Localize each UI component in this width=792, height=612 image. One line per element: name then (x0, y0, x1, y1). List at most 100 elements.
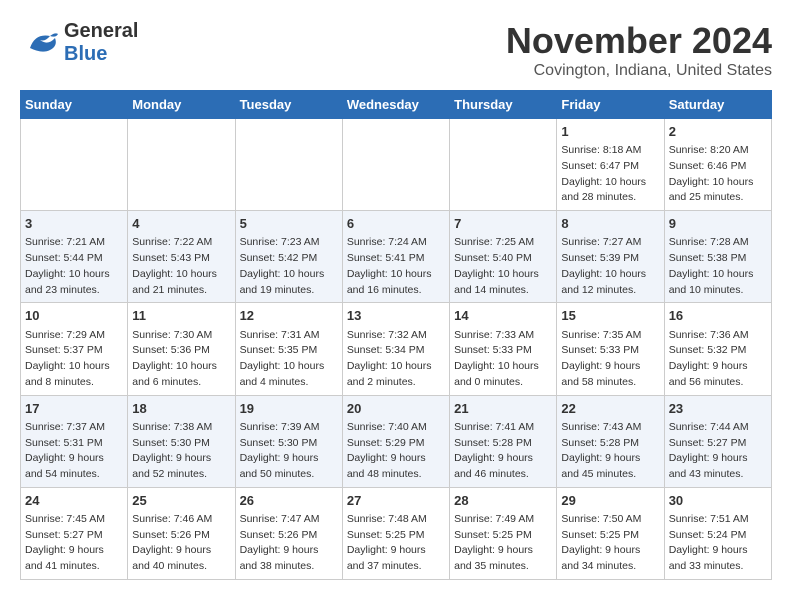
day-info: Sunrise: 7:48 AMSunset: 5:25 PMDaylight:… (347, 512, 445, 575)
calendar-cell: 18 Sunrise: 7:38 AMSunset: 5:30 PMDayligh… (128, 395, 235, 487)
calendar-cell (450, 119, 557, 211)
day-number: 11 (132, 307, 230, 325)
day-number: 10 (25, 307, 123, 325)
calendar-cell: 22 Sunrise: 7:43 AMSunset: 5:28 PMDayligh… (557, 395, 664, 487)
day-number: 29 (561, 492, 659, 510)
page-header: General Blue November 2024 Covington, In… (20, 20, 772, 80)
calendar-cell: 17Sunrise: 7:37 AMSunset: 5:31 PMDayligh… (21, 395, 128, 487)
day-number: 12 (240, 307, 338, 325)
calendar-cell: 29 Sunrise: 7:50 AMSunset: 5:25 PMDayligh… (557, 487, 664, 579)
day-number: 1 (561, 123, 659, 141)
day-info: Sunrise: 7:35 AMSunset: 5:33 PMDaylight:… (561, 328, 659, 391)
day-number: 8 (561, 215, 659, 233)
day-info: Sunrise: 7:32 AMSunset: 5:34 PMDaylight:… (347, 328, 445, 391)
calendar-cell: 11 Sunrise: 7:30 AMSunset: 5:36 PMDayligh… (128, 303, 235, 395)
calendar-table: SundayMondayTuesdayWednesdayThursdayFrid… (20, 90, 772, 580)
calendar-cell: 14 Sunrise: 7:33 AMSunset: 5:33 PMDayligh… (450, 303, 557, 395)
day-number: 6 (347, 215, 445, 233)
calendar-cell (342, 119, 449, 211)
calendar-cell: 7 Sunrise: 7:25 AMSunset: 5:40 PMDaylight… (450, 211, 557, 303)
weekday-thursday: Thursday (450, 91, 557, 119)
day-number: 21 (454, 400, 552, 418)
calendar-cell: 26 Sunrise: 7:47 AMSunset: 5:26 PMDayligh… (235, 487, 342, 579)
calendar-cell: 9Sunrise: 7:28 AMSunset: 5:38 PMDaylight… (664, 211, 771, 303)
weekday-tuesday: Tuesday (235, 91, 342, 119)
bird-icon (20, 28, 60, 58)
day-number: 17 (25, 400, 123, 418)
calendar-cell: 16 Sunrise: 7:36 AMSunset: 5:32 PMDayligh… (664, 303, 771, 395)
weekday-header-row: SundayMondayTuesdayWednesdayThursdayFrid… (21, 91, 772, 119)
day-info: Sunrise: 7:46 AMSunset: 5:26 PMDaylight:… (132, 512, 230, 575)
day-number: 3 (25, 215, 123, 233)
calendar-cell: 27Sunrise: 7:48 AMSunset: 5:25 PMDayligh… (342, 487, 449, 579)
logo-general: General (64, 20, 138, 42)
day-info: Sunrise: 7:49 AMSunset: 5:25 PMDaylight:… (454, 512, 552, 575)
day-info: Sunrise: 7:23 AMSunset: 5:42 PMDaylight:… (240, 235, 338, 298)
week-row-1: 1 Sunrise: 8:18 AMSunset: 6:47 PMDaylight… (21, 119, 772, 211)
title-area: November 2024 Covington, Indiana, United… (506, 20, 772, 80)
day-number: 26 (240, 492, 338, 510)
logo: General Blue (20, 20, 138, 66)
day-number: 25 (132, 492, 230, 510)
week-row-2: 3 Sunrise: 7:21 AMSunset: 5:44 PMDaylight… (21, 211, 772, 303)
day-number: 22 (561, 400, 659, 418)
day-number: 2 (669, 123, 767, 141)
calendar-cell: 2Sunrise: 8:20 AMSunset: 6:46 PMDaylight… (664, 119, 771, 211)
day-info: Sunrise: 8:18 AMSunset: 6:47 PMDaylight:… (561, 143, 659, 206)
day-number: 13 (347, 307, 445, 325)
day-info: Sunrise: 7:40 AMSunset: 5:29 PMDaylight:… (347, 420, 445, 483)
calendar-cell: 19Sunrise: 7:39 AMSunset: 5:30 PMDayligh… (235, 395, 342, 487)
day-number: 16 (669, 307, 767, 325)
calendar-cell: 8 Sunrise: 7:27 AMSunset: 5:39 PMDaylight… (557, 211, 664, 303)
day-number: 5 (240, 215, 338, 233)
weekday-sunday: Sunday (21, 91, 128, 119)
day-number: 14 (454, 307, 552, 325)
calendar-cell: 15 Sunrise: 7:35 AMSunset: 5:33 PMDayligh… (557, 303, 664, 395)
weekday-monday: Monday (128, 91, 235, 119)
calendar-cell: 1 Sunrise: 8:18 AMSunset: 6:47 PMDaylight… (557, 119, 664, 211)
day-info: Sunrise: 7:31 AMSunset: 5:35 PMDaylight:… (240, 328, 338, 391)
day-info: Sunrise: 7:25 AMSunset: 5:40 PMDaylight:… (454, 235, 552, 298)
calendar-cell: 25 Sunrise: 7:46 AMSunset: 5:26 PMDayligh… (128, 487, 235, 579)
calendar-cell: 30Sunrise: 7:51 AMSunset: 5:24 PMDayligh… (664, 487, 771, 579)
day-info: Sunrise: 7:47 AMSunset: 5:26 PMDaylight:… (240, 512, 338, 575)
day-info: Sunrise: 7:33 AMSunset: 5:33 PMDaylight:… (454, 328, 552, 391)
day-info: Sunrise: 7:22 AMSunset: 5:43 PMDaylight:… (132, 235, 230, 298)
day-number: 15 (561, 307, 659, 325)
weekday-saturday: Saturday (664, 91, 771, 119)
calendar-cell: 13 Sunrise: 7:32 AMSunset: 5:34 PMDayligh… (342, 303, 449, 395)
calendar-cell: 4 Sunrise: 7:22 AMSunset: 5:43 PMDaylight… (128, 211, 235, 303)
day-info: Sunrise: 7:27 AMSunset: 5:39 PMDaylight:… (561, 235, 659, 298)
day-info: Sunrise: 7:50 AMSunset: 5:25 PMDaylight:… (561, 512, 659, 575)
day-number: 18 (132, 400, 230, 418)
day-info: Sunrise: 7:29 AMSunset: 5:37 PMDaylight:… (25, 328, 123, 391)
day-number: 7 (454, 215, 552, 233)
day-number: 19 (240, 400, 338, 418)
calendar-cell: 24 Sunrise: 7:45 AMSunset: 5:27 PMDayligh… (21, 487, 128, 579)
day-info: Sunrise: 7:24 AMSunset: 5:41 PMDaylight:… (347, 235, 445, 298)
day-info: Sunrise: 7:36 AMSunset: 5:32 PMDaylight:… (669, 328, 767, 391)
day-number: 4 (132, 215, 230, 233)
calendar-cell: 3 Sunrise: 7:21 AMSunset: 5:44 PMDaylight… (21, 211, 128, 303)
calendar-cell: 28 Sunrise: 7:49 AMSunset: 5:25 PMDayligh… (450, 487, 557, 579)
day-info: Sunrise: 7:41 AMSunset: 5:28 PMDaylight:… (454, 420, 552, 483)
day-number: 30 (669, 492, 767, 510)
day-number: 24 (25, 492, 123, 510)
day-number: 23 (669, 400, 767, 418)
day-number: 28 (454, 492, 552, 510)
calendar-cell: 12 Sunrise: 7:31 AMSunset: 5:35 PMDayligh… (235, 303, 342, 395)
logo-blue: Blue (64, 43, 107, 65)
day-info: Sunrise: 7:30 AMSunset: 5:36 PMDaylight:… (132, 328, 230, 391)
week-row-3: 10 Sunrise: 7:29 AMSunset: 5:37 PMDayligh… (21, 303, 772, 395)
day-info: Sunrise: 7:43 AMSunset: 5:28 PMDaylight:… (561, 420, 659, 483)
calendar-cell: 21 Sunrise: 7:41 AMSunset: 5:28 PMDayligh… (450, 395, 557, 487)
day-info: Sunrise: 7:45 AMSunset: 5:27 PMDaylight:… (25, 512, 123, 575)
day-info: Sunrise: 7:28 AMSunset: 5:38 PMDaylight:… (669, 235, 767, 298)
calendar-body: 1 Sunrise: 8:18 AMSunset: 6:47 PMDaylight… (21, 119, 772, 580)
day-number: 20 (347, 400, 445, 418)
day-info: Sunrise: 7:21 AMSunset: 5:44 PMDaylight:… (25, 235, 123, 298)
day-info: Sunrise: 7:38 AMSunset: 5:30 PMDaylight:… (132, 420, 230, 483)
week-row-5: 24 Sunrise: 7:45 AMSunset: 5:27 PMDayligh… (21, 487, 772, 579)
calendar-cell: 23Sunrise: 7:44 AMSunset: 5:27 PMDayligh… (664, 395, 771, 487)
calendar-cell (21, 119, 128, 211)
